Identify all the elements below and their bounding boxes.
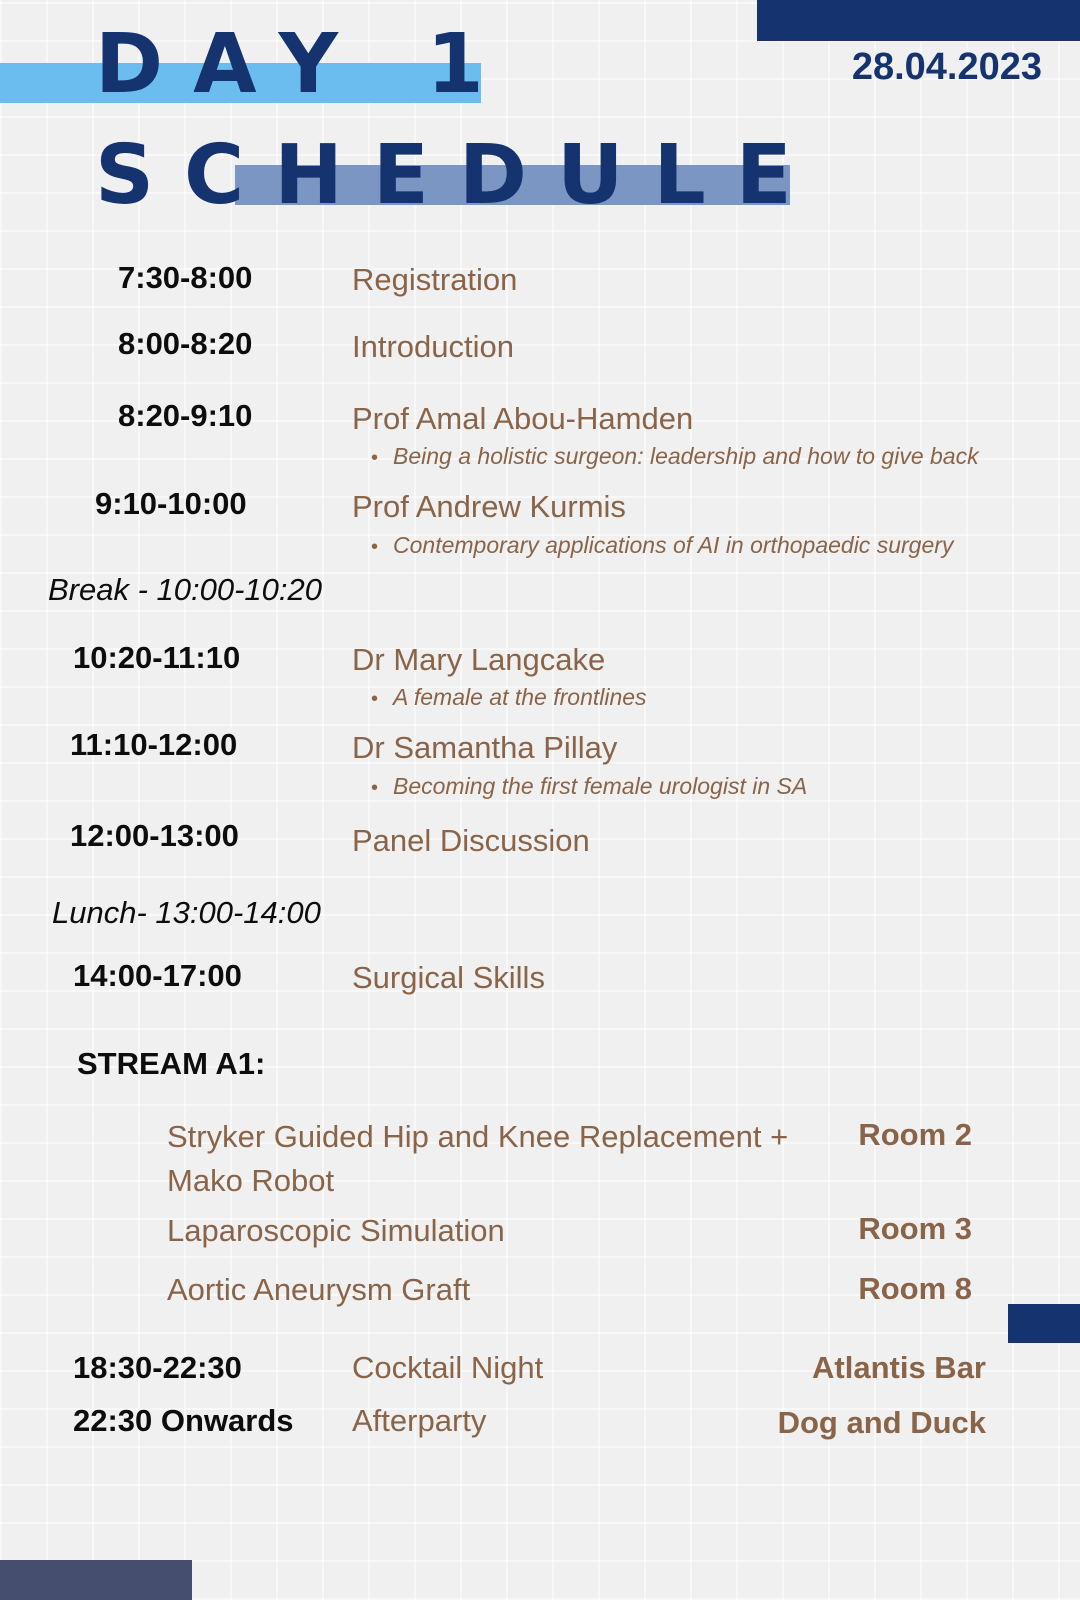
session-title: Introduction [352, 329, 514, 364]
workshop-room: Room 2 [858, 1117, 972, 1152]
session-time: 12:00-13:00 [70, 818, 239, 853]
evening-title: Afterparty [352, 1403, 487, 1438]
session-topic: Contemporary applications of AI in ortho… [371, 534, 953, 557]
session-topic: Becoming the first female urologist in S… [371, 775, 807, 798]
session-time: 7:30-8:00 [118, 260, 253, 295]
evening-time: 22:30 Onwards [73, 1403, 294, 1438]
workshop-name: Stryker Guided Hip and Knee Replacement … [167, 1119, 789, 1198]
workshop-name: Laparoscopic Simulation [167, 1213, 505, 1248]
session-topic: A female at the frontlines [371, 686, 647, 709]
evening-title: Cocktail Night [352, 1350, 544, 1385]
workshop-room: Room 8 [858, 1271, 972, 1306]
session-time: 10:20-11:10 [73, 640, 241, 675]
session-title: Surgical Skills [352, 960, 545, 995]
session-speaker: Dr Samantha Pillay [352, 730, 618, 765]
top-right-accent-bar [757, 0, 1080, 41]
session-speaker: Dr Mary Langcake [352, 642, 606, 677]
session-title: Registration [352, 262, 518, 297]
session-title: Panel Discussion [352, 823, 590, 858]
bottom-left-accent-bar [0, 1560, 192, 1600]
session-time: 14:00-17:00 [73, 958, 242, 993]
session-time: 8:00-8:20 [118, 326, 253, 361]
stream-label: STREAM A1: [77, 1046, 266, 1081]
session-topic: Being a holistic surgeon: leadership and… [371, 445, 979, 468]
session-speaker: Prof Andrew Kurmis [352, 489, 626, 524]
event-date: 28.04.2023 [851, 46, 1042, 88]
page-title-line-1: DAY 1 [95, 17, 514, 112]
lunch-label: Lunch- 13:00-14:00 [52, 895, 321, 930]
workshop-room: Room 3 [858, 1211, 972, 1246]
session-speaker: Prof Amal Abou-Hamden [352, 401, 694, 436]
page-title-line-2: SCHEDULE [95, 128, 822, 223]
session-time: 8:20-9:10 [118, 398, 253, 433]
session-time: 9:10-10:00 [95, 486, 247, 521]
right-accent-bar [1008, 1304, 1080, 1343]
evening-venue: Atlantis Bar [812, 1350, 986, 1385]
break-label: Break - 10:00-10:20 [48, 572, 323, 607]
workshop-name: Aortic Aneurysm Graft [167, 1272, 471, 1307]
evening-time: 18:30-22:30 [73, 1350, 242, 1385]
evening-venue: Dog and Duck [777, 1405, 986, 1440]
session-time: 11:10-12:00 [70, 727, 238, 762]
